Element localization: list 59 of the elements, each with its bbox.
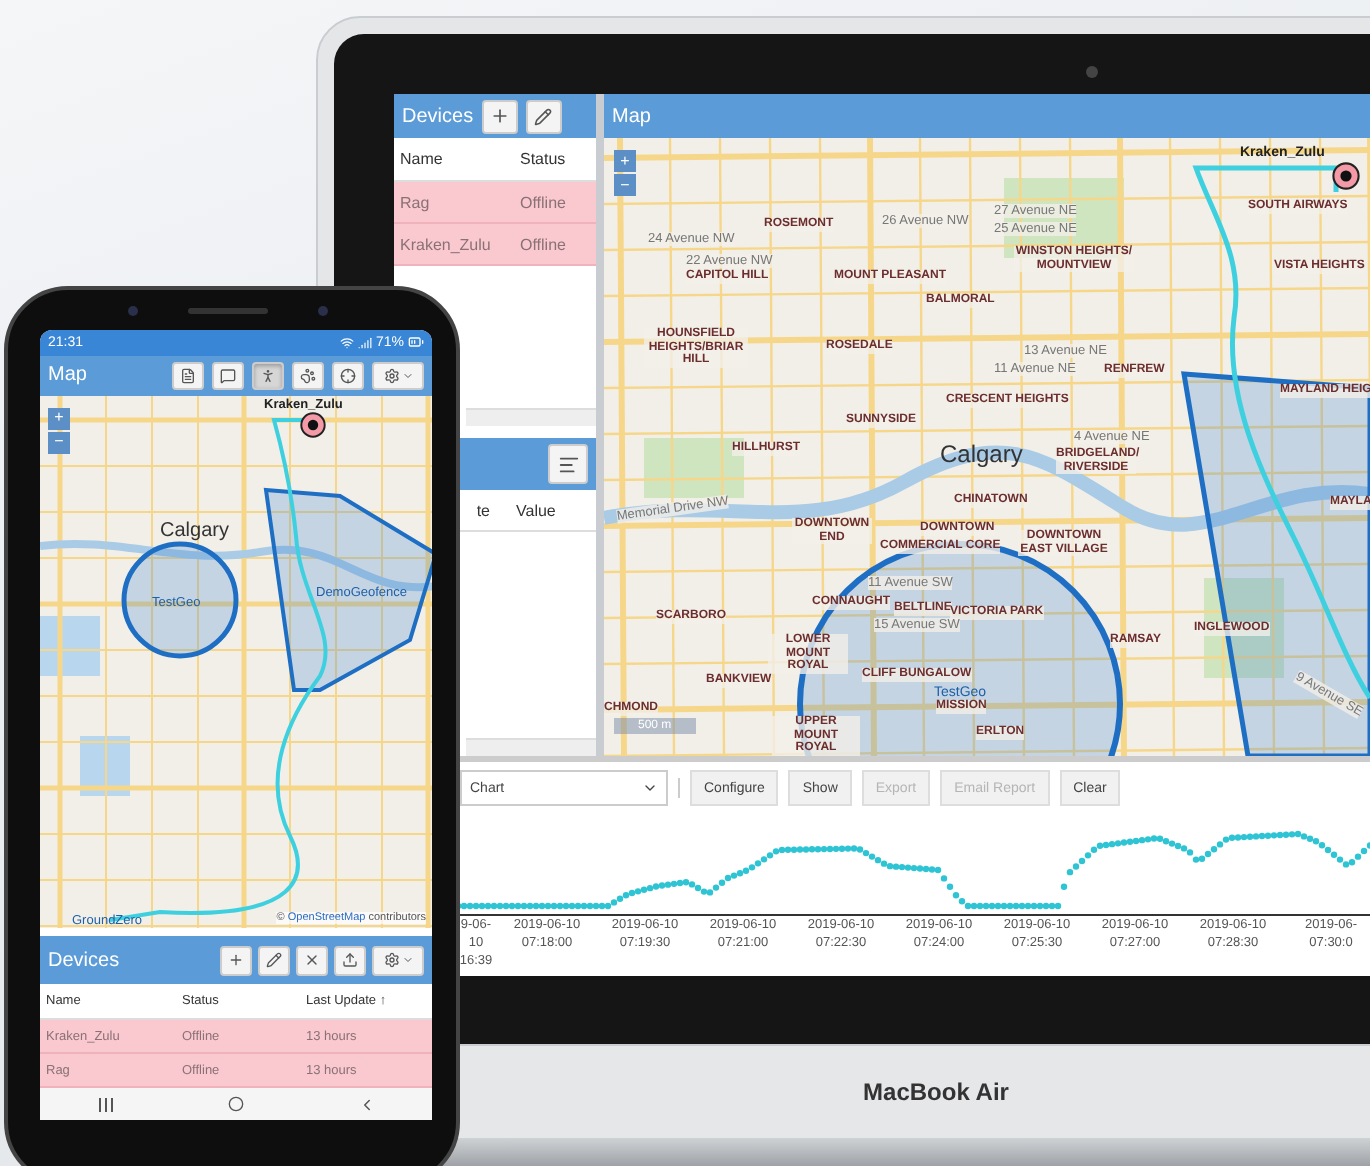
pencil-icon: [266, 952, 282, 969]
settings-icon: [383, 367, 399, 384]
map-label: Calgary: [160, 519, 229, 542]
plus-button[interactable]: [220, 945, 252, 976]
crosshair-icon: [340, 367, 356, 384]
column-header[interactable]: Name: [394, 150, 514, 168]
camera-icon: [318, 305, 328, 315]
table-cell-text: Kraken_Zulu: [398, 235, 493, 253]
location-marker-icon[interactable]: [300, 411, 326, 438]
person-button[interactable]: [252, 361, 284, 390]
brand-label: MacBook Air: [863, 1078, 1009, 1106]
upload-icon: [342, 952, 358, 969]
wifi-icon: [339, 335, 354, 350]
document-button[interactable]: [172, 361, 204, 390]
camera-icon: [1086, 66, 1098, 78]
location-marker-icon[interactable]: [1332, 162, 1360, 190]
upload-button[interactable]: [334, 945, 366, 976]
sensor-icon: [128, 305, 138, 315]
list-button[interactable]: [548, 444, 588, 484]
panel-title: Devices: [48, 949, 120, 972]
panel-title: Map: [48, 364, 87, 387]
table-cell-text: Rag: [398, 193, 432, 211]
crosshair-button[interactable]: [332, 361, 364, 390]
caret-icon: [401, 369, 413, 382]
recent-apps-icon[interactable]: [97, 1097, 113, 1112]
edit-button[interactable]: [525, 99, 562, 133]
pencil-button[interactable]: [258, 945, 290, 976]
settings-button[interactable]: [372, 361, 424, 390]
panel-title: Map: [612, 105, 651, 127]
settings-button[interactable]: [372, 945, 424, 976]
home-icon[interactable]: [227, 1096, 243, 1113]
battery-icon: [408, 334, 424, 351]
map-label: Calgary: [940, 442, 1023, 469]
paw-icon: [300, 367, 316, 384]
close-button[interactable]: [296, 945, 328, 976]
caret-icon: [401, 954, 413, 967]
signal-icon: [357, 335, 372, 350]
settings-icon: [383, 952, 399, 969]
document-icon: [180, 367, 196, 384]
chat-bubble-icon: [220, 367, 236, 384]
table-cell-text: Offline: [518, 193, 568, 211]
paw-button[interactable]: [292, 361, 324, 390]
close-icon: [304, 952, 320, 969]
chat-bubble-button[interactable]: [212, 361, 244, 390]
column-header[interactable]: te: [470, 501, 510, 519]
list-icon: [557, 453, 579, 475]
plus-icon: [489, 106, 510, 126]
scrollbar[interactable]: [466, 408, 596, 426]
table-cell-text: Offline: [518, 235, 568, 253]
caret-icon: [642, 780, 658, 796]
add-button[interactable]: [481, 99, 518, 133]
scrollbar[interactable]: [466, 738, 596, 756]
speaker-grille: [188, 307, 268, 313]
panel-title: Devices: [402, 105, 474, 127]
column-header[interactable]: Status: [514, 150, 604, 168]
column-header[interactable]: Value: [510, 501, 604, 519]
pencil-icon: [534, 107, 553, 125]
plus-icon: [228, 952, 244, 969]
person-icon: [260, 367, 276, 384]
